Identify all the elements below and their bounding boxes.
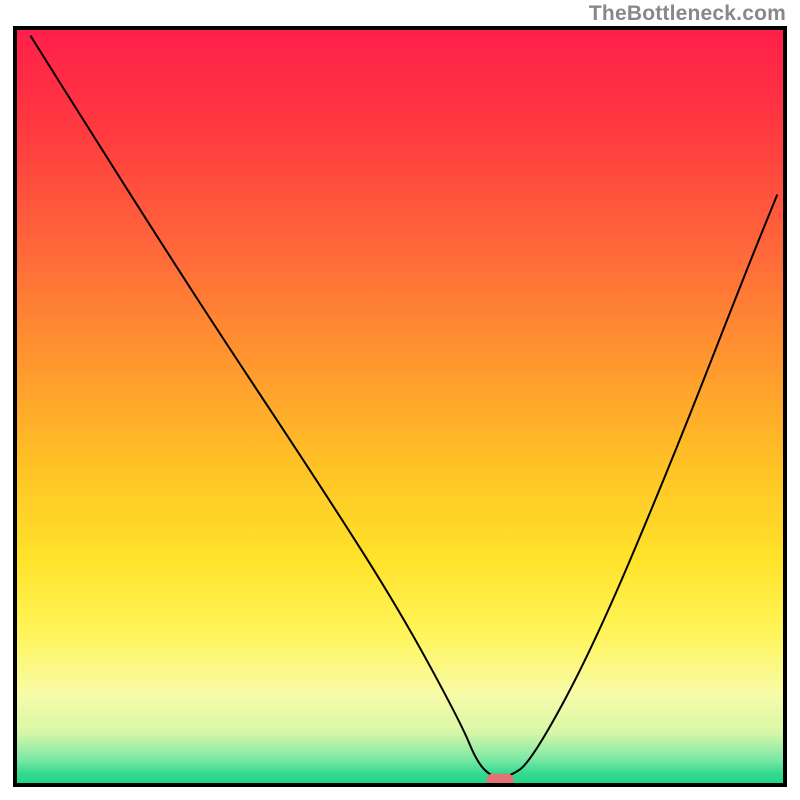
watermark-text: TheBottleneck.com	[589, 2, 786, 26]
bottleneck-chart	[0, 0, 800, 800]
plot-background	[15, 28, 785, 785]
chart-container: TheBottleneck.com	[0, 0, 800, 800]
